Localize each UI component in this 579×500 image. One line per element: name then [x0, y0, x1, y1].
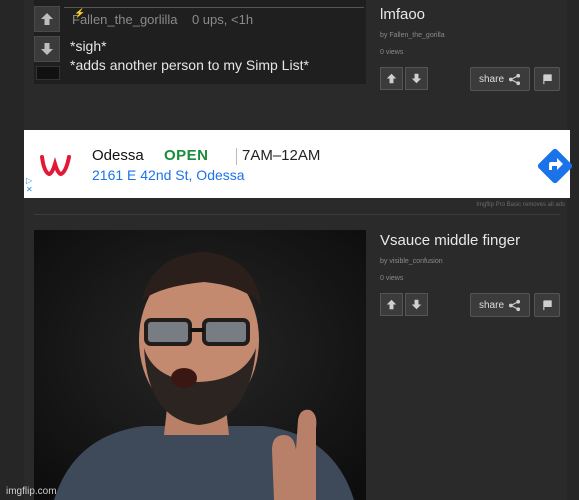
pin-icon: ⚡	[74, 8, 86, 18]
walgreens-logo	[40, 155, 71, 177]
post2-author[interactable]: by visible_confusion	[380, 258, 565, 265]
upvote-button[interactable]	[34, 6, 60, 32]
post2-downvote-button[interactable]	[405, 293, 428, 316]
post2-info: Vsauce middle finger by visible_confusio…	[380, 232, 565, 282]
share-label: share	[478, 73, 504, 85]
vsauce-photo	[34, 230, 366, 500]
ad-banner[interactable]: Odessa OPEN 7AM–12AM 2161 E 42nd St, Ode…	[24, 130, 573, 198]
ad-removal-note[interactable]: Imgflip Pro Basic removes all ads	[476, 202, 565, 208]
arrow-up-icon	[41, 13, 53, 25]
post2-flag-button[interactable]	[534, 293, 560, 317]
post2-views: 0 views	[380, 275, 404, 282]
post1-actions: share	[380, 67, 565, 91]
comment-ups: 0 ups, <1h	[191, 12, 254, 27]
comment-vote-column	[34, 6, 62, 66]
arrow-down-icon	[411, 73, 422, 84]
downvote-button[interactable]	[34, 36, 60, 62]
share-label: share	[478, 299, 504, 311]
ad-store-name[interactable]: Odessa	[92, 147, 144, 164]
post1-title[interactable]: lmfaoo	[380, 6, 565, 23]
right-frame	[567, 0, 579, 500]
section-divider	[34, 214, 560, 215]
comment-avatar[interactable]	[36, 66, 60, 80]
share-icon	[508, 73, 521, 85]
imgflip-watermark: imgflip.com	[6, 486, 57, 497]
post2-actions: share	[380, 293, 565, 317]
post2-image[interactable]	[34, 230, 366, 500]
arrow-up-icon	[386, 299, 397, 310]
directions-icon[interactable]	[537, 148, 573, 184]
comment-text: *sigh* *adds another person to my Simp L…	[70, 37, 309, 75]
post1-upvote-button[interactable]	[380, 67, 403, 90]
post2-title[interactable]: Vsauce middle finger	[380, 232, 565, 249]
ad-status: OPEN	[164, 147, 209, 164]
post1-downvote-button[interactable]	[405, 67, 428, 90]
flag-icon	[542, 73, 552, 84]
arrow-up-icon	[386, 73, 397, 84]
post2-upvote-button[interactable]	[380, 293, 403, 316]
ad-address[interactable]: 2161 E 42nd St, Odessa	[92, 167, 245, 183]
comment-line-1: *sigh*	[70, 38, 107, 54]
comment-username[interactable]: Fallen_the_gorlilla	[72, 12, 178, 27]
post1-flag-button[interactable]	[534, 67, 560, 91]
post2-share-button[interactable]: share	[470, 293, 530, 317]
comment-card: ⚡ Fallen_the_gorlilla 0 ups, <1h *sigh* …	[34, 0, 366, 84]
comment-meta: ⚡ Fallen_the_gorlilla 0 ups, <1h	[72, 8, 254, 27]
comment-line-2: *adds another person to my Simp List*	[70, 57, 309, 73]
arrow-down-icon	[41, 43, 53, 55]
post1-author[interactable]: by Fallen_the_gorilla	[380, 32, 565, 39]
post1-views: 0 views	[380, 49, 404, 56]
share-icon	[508, 299, 521, 311]
ad-separator	[236, 148, 237, 165]
left-frame	[0, 0, 24, 500]
comment-divider	[64, 7, 364, 8]
arrow-down-icon	[411, 299, 422, 310]
adchoices-icon[interactable]: ▷ ✕	[26, 176, 36, 196]
post1-info: lmfaoo by Fallen_the_gorilla 0 views	[380, 6, 565, 56]
ad-hours: 7AM–12AM	[242, 147, 321, 164]
flag-icon	[542, 299, 552, 310]
post1-share-button[interactable]: share	[470, 67, 530, 91]
